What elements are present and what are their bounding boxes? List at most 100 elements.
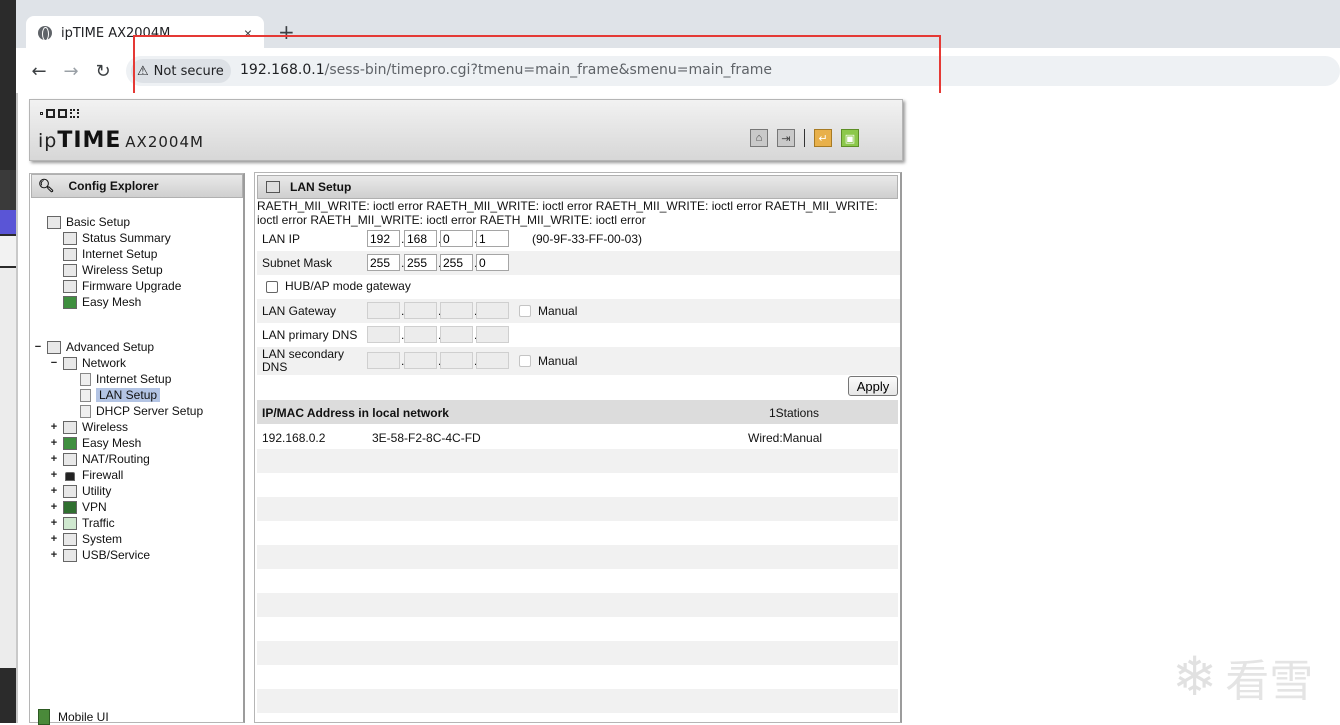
primary-dns-octet-2 <box>404 326 437 343</box>
tree-firewall[interactable]: + Firewall <box>49 467 124 483</box>
home-icon[interactable]: ⌂ <box>750 129 768 147</box>
watermark-text: 看雪 <box>1225 656 1314 707</box>
explorer-title: Config Explorer <box>68 179 159 193</box>
expand-icon[interactable]: + <box>49 549 59 561</box>
subnet-octet-3[interactable] <box>440 254 473 271</box>
system-icon <box>63 532 77 546</box>
tree-label: Traffic <box>82 516 115 530</box>
page-icon <box>266 181 280 193</box>
station-mac: 3E-58-F2-8C-4C-FD <box>372 431 481 445</box>
expand-icon[interactable]: + <box>49 437 59 449</box>
tree-vpn[interactable]: + VPN <box>49 499 107 515</box>
stations-count: 1Stations <box>769 406 820 420</box>
hub-ap-checkbox[interactable] <box>266 281 278 293</box>
expand-icon[interactable]: + <box>49 485 59 497</box>
forward-button[interactable]: → <box>59 60 83 82</box>
table-row-empty <box>257 473 898 497</box>
restore-icon[interactable]: ↵ <box>814 129 832 147</box>
traffic-icon <box>63 516 77 530</box>
collapse-icon[interactable]: − <box>49 357 59 369</box>
hub-ap-row: HUB/AP mode gateway <box>257 275 900 299</box>
error-message: RAETH_MII_WRITE: ioctl error RAETH_MII_W… <box>257 199 878 227</box>
tree-label: Status Summary <box>82 231 171 245</box>
secondary-dns-octet-2 <box>404 352 437 369</box>
tree-dhcp-server-setup[interactable]: DHCP Server Setup <box>80 403 203 419</box>
table-row-empty <box>257 641 898 665</box>
search-icon: 🔍︎ <box>38 178 55 193</box>
tree-label: VPN <box>82 500 107 514</box>
lan-title-bar: LAN Setup <box>257 175 898 199</box>
watermark: ❄ 看雪 <box>1172 645 1313 709</box>
tree-network[interactable]: − Network <box>49 355 126 371</box>
collapse-icon[interactable]: − <box>33 341 43 353</box>
utility-icon <box>63 484 77 498</box>
logo-prefix: ip <box>38 130 58 152</box>
header-separator <box>804 129 805 147</box>
page-icon <box>80 372 91 386</box>
gateway-octet-1 <box>367 302 400 319</box>
lan-ip-octet-2[interactable] <box>404 230 437 247</box>
tree-usb-service[interactable]: + USB/Service <box>49 547 150 563</box>
table-row: 192.168.0.2 3E-58-F2-8C-4C-FD Wired:Manu… <box>257 425 898 449</box>
tree-nat-routing[interactable]: + NAT/Routing <box>49 451 150 467</box>
tree-system[interactable]: + System <box>49 531 122 547</box>
brand-logo: ipTIME AX2004M <box>38 128 204 153</box>
expand-icon[interactable]: + <box>49 517 59 529</box>
logout-icon[interactable]: ⇥ <box>777 129 795 147</box>
desktop-background-strip <box>0 0 16 723</box>
tree-firmware-upgrade[interactable]: Firmware Upgrade <box>63 278 181 294</box>
back-button[interactable]: ← <box>27 60 51 82</box>
tree-basic-setup[interactable]: Basic Setup <box>47 214 130 230</box>
page-icon <box>80 388 91 402</box>
expand-icon[interactable]: + <box>49 469 59 481</box>
subnet-octet-1[interactable] <box>367 254 400 271</box>
tree-label: Internet Setup <box>96 372 172 386</box>
tree-easy-mesh[interactable]: Easy Mesh <box>63 294 141 310</box>
tree-status-summary[interactable]: Status Summary <box>63 230 171 246</box>
station-type: Wired:Manual <box>748 431 823 445</box>
table-row-empty <box>257 497 898 521</box>
tree-adv-easy-mesh[interactable]: + Easy Mesh <box>49 435 142 451</box>
expand-icon[interactable]: + <box>49 453 59 465</box>
lan-ip-octet-3[interactable] <box>440 230 473 247</box>
tree-lan-setup[interactable]: LAN Setup <box>80 387 161 403</box>
secondary-dns-octet-1 <box>367 352 400 369</box>
tree-label: USB/Service <box>82 548 151 562</box>
station-ip: 192.168.0.2 <box>262 431 326 445</box>
tree-internet-setup[interactable]: Internet Setup <box>63 246 157 262</box>
tree-label: Firewall <box>82 468 124 482</box>
gateway-manual-checkbox[interactable] <box>519 305 531 317</box>
expand-icon[interactable]: + <box>49 421 59 433</box>
lan-ip-octet-1[interactable] <box>367 230 400 247</box>
tree-wireless-setup[interactable]: Wireless Setup <box>63 262 163 278</box>
save-icon[interactable]: ▣ <box>841 129 859 147</box>
primary-dns-label: LAN primary DNS <box>262 327 358 342</box>
tree-wireless[interactable]: + Wireless <box>49 419 128 435</box>
apply-button[interactable]: Apply <box>848 376 898 396</box>
subnet-row: Subnet Mask . . . <box>257 251 900 275</box>
tree-advanced-setup[interactable]: − Advanced Setup <box>33 339 154 355</box>
tree-net-internet-setup[interactable]: Internet Setup <box>80 371 171 387</box>
dns-manual-checkbox[interactable] <box>519 355 531 367</box>
subnet-octet-2[interactable] <box>404 254 437 271</box>
table-row-empty <box>257 521 898 545</box>
tree-utility[interactable]: + Utility <box>49 483 112 499</box>
folder-icon <box>47 340 61 354</box>
subnet-octet-4[interactable] <box>476 254 509 271</box>
usb-icon <box>63 548 77 562</box>
logo-brand: TIME <box>57 128 122 153</box>
tree-label-selected: LAN Setup <box>96 388 161 402</box>
router-mac: (90-9F-33-FF-00-03) <box>532 232 643 246</box>
mesh-icon <box>63 436 77 450</box>
expand-icon[interactable]: + <box>49 501 59 513</box>
chart-icon <box>63 231 77 245</box>
reload-button[interactable]: ↻ <box>91 60 115 82</box>
expand-icon[interactable]: + <box>49 533 59 545</box>
tree-traffic[interactable]: + Traffic <box>49 515 115 531</box>
lan-ip-octet-4[interactable] <box>476 230 509 247</box>
lan-title: LAN Setup <box>290 180 352 194</box>
table-row-empty <box>257 449 898 473</box>
stations-table-header: IP/MAC Address in local network 1Station… <box>257 400 898 424</box>
tree-label: Wireless <box>82 420 129 434</box>
table-row-empty <box>257 569 898 593</box>
